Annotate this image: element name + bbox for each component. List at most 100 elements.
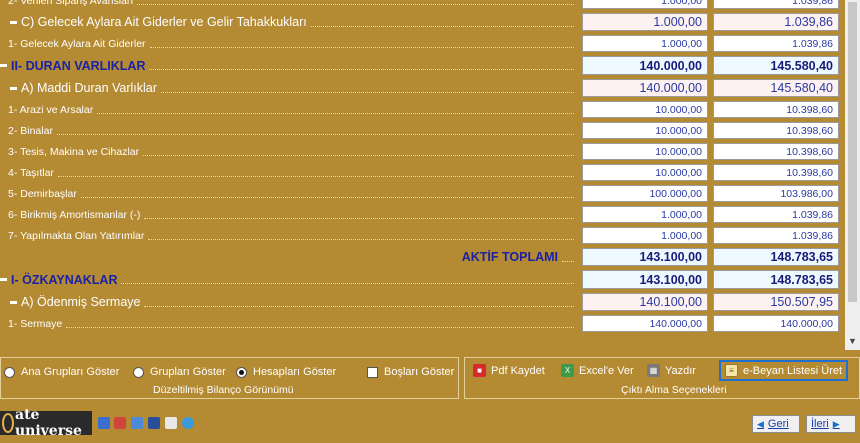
value-cell-original[interactable]: 10.000,00	[582, 122, 708, 139]
value-cell-adjusted[interactable]: 150.507,95	[713, 293, 839, 311]
scrollbar-thumb[interactable]	[848, 2, 857, 302]
ebeyan-list-button[interactable]: ≡ e-Beyan Listesi Üret	[719, 360, 849, 381]
excel-export-label: Excel'e Ver	[579, 364, 634, 377]
dotted-leader	[160, 91, 574, 93]
dotted-leader	[149, 69, 574, 70]
collapse-toggle-icon[interactable]	[0, 278, 7, 281]
radio-hesaplari[interactable]: Hesapları Göster	[236, 366, 336, 378]
view-options-caption: Düzeltilmiş Bilanço Görünümü	[153, 384, 294, 396]
app-icon-1[interactable]	[98, 417, 110, 429]
value-cell-original[interactable]: 10.000,00	[582, 143, 708, 160]
row-label: 7- Yapılmakta Olan Yatırımlar	[8, 225, 578, 246]
excel-export-button[interactable]: X Excel'e Ver	[561, 364, 634, 377]
dotted-leader	[66, 327, 574, 328]
table-row[interactable]: 2- Binalar 10.000,00 10.398,60	[0, 120, 844, 141]
value-cell-original[interactable]: 140.000,00	[582, 79, 708, 97]
table-row[interactable]: 7- Yapılmakta Olan Yatırımlar 1.000,00 1.0…	[0, 225, 844, 246]
table-row[interactable]: 1- Sermaye 140.000,00 140.000,00	[0, 313, 844, 334]
table-row[interactable]: C) Gelecek Aylara Ait Giderler ve Gelir …	[0, 11, 844, 33]
value-cell-original[interactable]: 143.100,00	[582, 270, 708, 289]
value-cell-adjusted[interactable]: 148.783,65	[713, 248, 839, 266]
value-cell-adjusted[interactable]: 10.398,60	[713, 122, 839, 139]
value-cell-adjusted[interactable]: 140.000,00	[713, 315, 839, 332]
app-icon-4[interactable]	[148, 417, 160, 429]
value-cell-adjusted[interactable]: 1.039,86	[713, 35, 839, 52]
row-label-text: 2- Verilen Sipariş Avansları	[8, 0, 134, 7]
value-cell-adjusted[interactable]: 148.783,65	[713, 270, 839, 289]
radio-ana-gruplari[interactable]: Ana Grupları Göster	[4, 366, 119, 378]
radio-selected-icon[interactable]	[236, 366, 247, 378]
app-icon-2[interactable]	[114, 417, 126, 429]
back-button[interactable]: ◀ Geri	[752, 415, 800, 433]
row-label-text: A) Maddi Duran Varlıklar	[21, 81, 157, 95]
value-cell-adjusted[interactable]: 10.398,60	[713, 143, 839, 160]
table-row[interactable]: 6- Birikmiş Amortismanlar (-) 1.000,00 1.0…	[0, 204, 844, 225]
checkbox-bos-goster[interactable]: Boşları Göster	[367, 366, 454, 378]
row-label-text: II- DURAN VARLIKLAR	[11, 58, 146, 73]
value-cell-original[interactable]: 10.000,00	[582, 164, 708, 181]
collapse-toggle-icon[interactable]	[0, 64, 7, 67]
value-cell-original[interactable]: 140.100,00	[582, 293, 708, 311]
radio-icon[interactable]	[133, 366, 144, 378]
print-button[interactable]: ▦ Yazdır	[647, 364, 696, 377]
value-cell-adjusted[interactable]: 145.580,40	[713, 79, 839, 97]
dotted-leader	[148, 239, 574, 240]
table-row[interactable]: 4- Taşıtlar 10.000,00 10.398,60	[0, 162, 844, 183]
dotted-leader	[562, 260, 574, 262]
table-row[interactable]: 2- Verilen Sipariş Avansları 1.000,00 1.03…	[0, 0, 844, 11]
vertical-scrollbar[interactable]: ▼	[845, 0, 860, 350]
table-row[interactable]: I- ÖZKAYNAKLAR 143.100,00 148.783,65	[0, 268, 844, 291]
table-row[interactable]: 1- Arazi ve Arsalar 10.000,00 10.398,60	[0, 99, 844, 120]
table-row[interactable]: II- DURAN VARLIKLAR 140.000,00 145.580,40	[0, 54, 844, 77]
value-cell-adjusted[interactable]: 1.039,86	[713, 13, 839, 31]
checkbox-icon[interactable]	[367, 366, 378, 378]
value-cell-original[interactable]: 1.000,00	[582, 0, 708, 9]
table-row[interactable]: 5- Demirbaşlar 100.000,00 103.986,00	[0, 183, 844, 204]
scroll-down-arrow-icon[interactable]: ▼	[848, 336, 857, 346]
table-row[interactable]: 1- Gelecek Aylara Ait Giderler 1.000,00 1.…	[0, 33, 844, 54]
row-label: C) Gelecek Aylara Ait Giderler ve Gelir …	[10, 11, 578, 33]
value-cell-adjusted[interactable]: 1.039,86	[713, 0, 839, 9]
collapse-toggle-icon[interactable]	[10, 20, 17, 24]
row-label: 3- Tesis, Makina ve Cihazlar	[8, 141, 578, 162]
row-label-text: 3- Tesis, Makina ve Cihazlar	[8, 145, 140, 158]
value-cell-original[interactable]: 10.000,00	[582, 101, 708, 118]
value-cell-adjusted[interactable]: 1.039,86	[713, 227, 839, 244]
value-cell-adjusted[interactable]: 10.398,60	[713, 101, 839, 118]
checkbox-label: Boşları Göster	[384, 366, 455, 378]
dotted-leader	[137, 4, 574, 5]
value-cell-original[interactable]: 1.000,00	[582, 13, 708, 31]
dotted-leader	[144, 218, 574, 219]
mail-icon[interactable]	[165, 417, 177, 429]
value-cell-adjusted[interactable]: 1.039,86	[713, 206, 839, 223]
collapse-toggle-icon[interactable]	[10, 300, 17, 304]
table-row[interactable]: A) Maddi Duran Varlıklar 140.000,00 145.58…	[0, 77, 844, 99]
row-label-text: AKTİF TOPLAMI	[461, 250, 558, 264]
table-row[interactable]: A) Ödenmiş Sermaye 140.100,00 150.507,95	[0, 291, 844, 313]
table-row[interactable]: 3- Tesis, Makina ve Cihazlar 10.000,00 10.…	[0, 141, 844, 162]
radio-icon[interactable]	[4, 366, 15, 378]
app-icon-3[interactable]	[131, 417, 143, 429]
value-cell-original[interactable]: 140.000,00	[582, 315, 708, 332]
next-button[interactable]: İleri ▶	[806, 415, 856, 433]
value-cell-original[interactable]: 1.000,00	[582, 35, 708, 52]
row-label: 4- Taşıtlar	[8, 162, 578, 183]
value-cell-adjusted[interactable]: 10.398,60	[713, 164, 839, 181]
table-row[interactable]: AKTİF TOPLAMI 143.100,00 148.783,65	[0, 246, 844, 268]
globe-icon[interactable]	[182, 417, 194, 429]
value-cell-original[interactable]: 1.000,00	[582, 227, 708, 244]
output-options-panel: ■ Pdf Kaydet X Excel'e Ver ▦ Yazdır ≡ e-…	[464, 357, 860, 399]
printer-icon: ▦	[647, 364, 660, 377]
logo-text: ate universe	[15, 407, 82, 439]
value-cell-original[interactable]: 140.000,00	[582, 56, 708, 75]
collapse-toggle-icon[interactable]	[10, 86, 17, 90]
value-cell-original[interactable]: 143.100,00	[582, 248, 708, 266]
row-label: 1- Sermaye	[8, 313, 578, 334]
value-cell-adjusted[interactable]: 145.580,40	[713, 56, 839, 75]
value-cell-adjusted[interactable]: 103.986,00	[713, 185, 839, 202]
balance-sheet-grid: 2- Verilen Sipariş Avansları 1.000,00 1.03…	[0, 0, 844, 350]
value-cell-original[interactable]: 100.000,00	[582, 185, 708, 202]
pdf-save-button[interactable]: ■ Pdf Kaydet	[473, 364, 545, 377]
radio-gruplari[interactable]: Grupları Göster	[133, 366, 226, 378]
value-cell-original[interactable]: 1.000,00	[582, 206, 708, 223]
